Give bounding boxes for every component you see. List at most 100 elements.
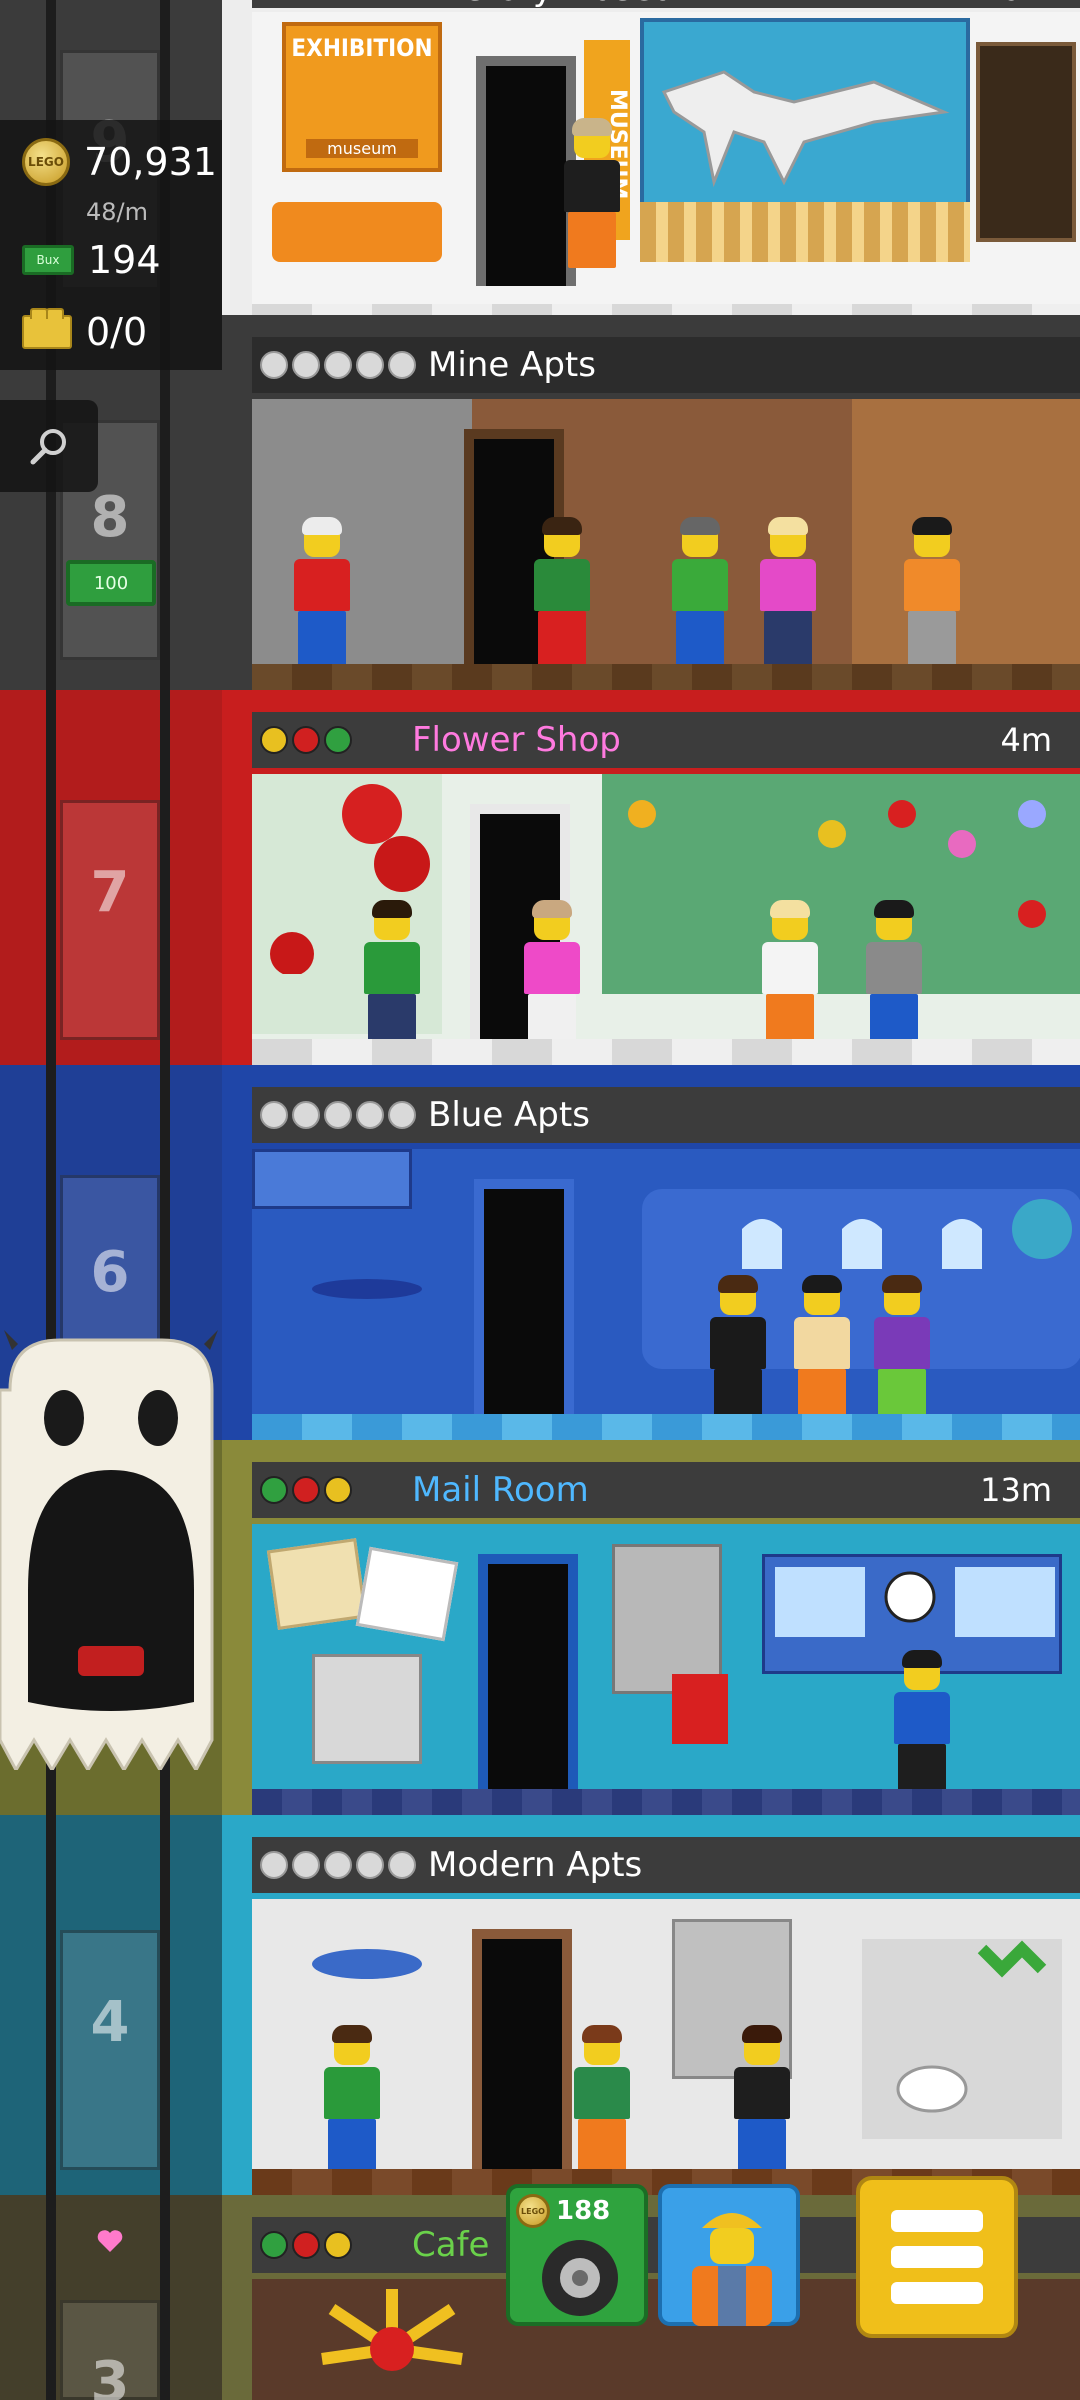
sunburst-decor	[321, 2289, 463, 2371]
floor-timer: 4m	[1000, 721, 1052, 759]
stock-dot	[292, 2231, 320, 2259]
mailbox	[672, 1674, 728, 1744]
minifigure[interactable]	[758, 517, 818, 671]
mine-rock-wall	[852, 399, 1080, 669]
rating-dot	[324, 1101, 352, 1129]
ghost-elevator[interactable]	[0, 1330, 222, 1774]
coin-icon: LEGO	[22, 138, 70, 186]
cash-pickup-label: 100	[93, 572, 129, 594]
stock-dot	[260, 1476, 288, 1504]
room-interior	[252, 1524, 1080, 1815]
minifigure[interactable]	[362, 900, 422, 1054]
minifigure[interactable]	[670, 517, 730, 671]
minifigure[interactable]	[322, 2025, 382, 2179]
floor-number: 4	[90, 1990, 130, 2055]
stock-dot	[324, 1476, 352, 1504]
minifigure[interactable]	[760, 900, 820, 1054]
vehicle-button[interactable]: LEGO 188	[506, 2184, 648, 2326]
rating-dot	[292, 1101, 320, 1129]
minifigure[interactable]	[892, 1650, 952, 1804]
kitchen-cabinets	[252, 1149, 412, 1209]
minifigure[interactable]	[292, 517, 352, 671]
floor-modern-apts[interactable]: Modern Apts	[222, 1815, 1080, 2195]
room-interior	[252, 1149, 1080, 1440]
stock-dot	[260, 2231, 288, 2259]
stock-dot	[324, 2231, 352, 2259]
minifigure[interactable]	[872, 1275, 932, 1429]
floor-number: 3	[90, 2350, 130, 2400]
minifigure[interactable]	[792, 1275, 852, 1429]
floor-title: Mail Room	[412, 1470, 589, 1510]
stock-indicators	[260, 2231, 352, 2259]
floor-mail-room[interactable]: Mail Room 13m	[222, 1440, 1080, 1815]
floor-number: 8	[90, 485, 130, 550]
reception-desk	[272, 202, 442, 262]
elevator-door	[478, 1554, 578, 1794]
floor-number: 7	[90, 860, 130, 925]
bux-icon: Bux	[22, 245, 74, 275]
mail-sorter	[612, 1544, 722, 1694]
minifigure[interactable]	[864, 900, 924, 1054]
floor-flower-shop[interactable]: Flower Shop 4m	[222, 690, 1080, 1065]
minifigure[interactable]	[522, 900, 582, 1054]
construction-worker-icon	[692, 2213, 772, 2326]
stock-dot	[292, 726, 320, 754]
umbrella-lamp	[312, 1949, 422, 1979]
bux-balance: 194	[88, 238, 161, 282]
rating-dot	[292, 1851, 320, 1879]
minifigure[interactable]	[572, 2025, 632, 2179]
rating-dot	[356, 351, 384, 379]
floor-rating	[260, 1101, 416, 1129]
rating-dot	[324, 1851, 352, 1879]
mine-rock-wall	[252, 399, 472, 669]
room-interior	[252, 774, 1080, 1065]
currency-panel: LEGO 70,931 48/m Bux 194 0/0	[0, 120, 256, 370]
minifigure[interactable]	[902, 517, 962, 671]
stock-dot	[260, 726, 288, 754]
floor-title: Mine Apts	[428, 345, 596, 385]
rating-dot	[388, 1851, 416, 1879]
cash-pickup[interactable]: 100	[66, 560, 156, 606]
rating-dot	[292, 351, 320, 379]
floor-history-museum[interactable]: History Museum 26m EXHIBITION museum MUS…	[222, 0, 1080, 330]
envelope-decor	[266, 1538, 368, 1630]
floor-mine-apts[interactable]: Mine Apts	[222, 315, 1080, 690]
menu-icon	[891, 2246, 983, 2268]
floor-tiles	[252, 664, 1080, 690]
round-table	[312, 1279, 422, 1299]
heart-icon	[96, 2228, 124, 2254]
minifigure[interactable]	[708, 1275, 768, 1429]
floor-title-bar: Mail Room 13m	[252, 1462, 1080, 1518]
bathroom	[862, 1939, 1062, 2139]
construction-worker-button[interactable]	[658, 2184, 800, 2326]
search-button[interactable]	[0, 400, 98, 492]
main-menu-button[interactable]	[856, 2176, 1018, 2338]
rating-dot	[260, 351, 288, 379]
exhibit-railing	[640, 202, 970, 262]
floor-tiles	[252, 1789, 1080, 1815]
floor-rating	[260, 351, 416, 379]
minifigure[interactable]	[532, 517, 592, 671]
minifigure[interactable]	[562, 118, 622, 272]
copier-machine	[312, 1654, 422, 1764]
rating-dot	[388, 351, 416, 379]
floor-timer: 26m	[980, 0, 1052, 8]
brick-icon	[22, 308, 72, 349]
floor-blue-apts[interactable]: Blue Apts	[222, 1065, 1080, 1440]
search-icon	[30, 429, 66, 465]
floor-title: Cafe	[412, 2225, 490, 2265]
tire-icon	[542, 2240, 618, 2316]
floor-tiles	[252, 1039, 1080, 1065]
floor-timer: 13m	[980, 1471, 1052, 1509]
storage-count: 0/0	[86, 310, 148, 354]
envelope-decor	[355, 1546, 459, 1642]
minifigure[interactable]	[732, 2025, 792, 2179]
menu-icon	[891, 2210, 983, 2232]
floor-title: History Museum	[432, 0, 708, 9]
floor-title-bar: History Museum 26m	[252, 0, 1080, 9]
elevator-door	[476, 56, 576, 286]
coin-rate: 48/m	[86, 198, 149, 226]
rating-dot	[356, 1101, 384, 1129]
rating-dot	[356, 1851, 384, 1879]
floor-title-bar: Blue Apts	[252, 1087, 1080, 1143]
